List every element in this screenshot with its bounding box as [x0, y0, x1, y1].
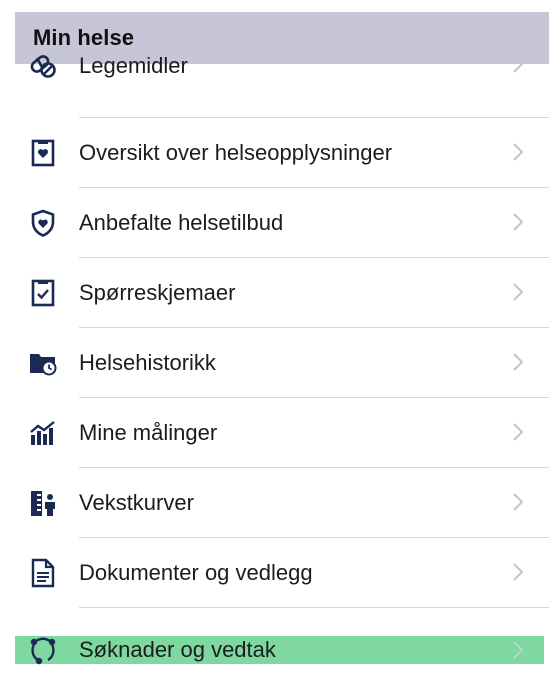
menu-item-label: Helsehistorikk: [79, 350, 216, 375]
chart-bars-icon: [28, 418, 58, 448]
menu-item-label: Mine målinger: [79, 420, 218, 445]
chevron-right-icon: [513, 423, 524, 441]
min-helse-screen: Min helse Legemidler Oversikt over helse…: [0, 0, 549, 677]
growth-chart-icon: [28, 488, 58, 518]
clipboard-check-icon: [28, 278, 58, 308]
menu-item-dokumenter-vedlegg[interactable]: Dokumenter og vedlegg: [0, 538, 549, 608]
pill-icon: [28, 50, 58, 80]
shield-heart-icon: [28, 208, 58, 238]
chevron-right-icon: [513, 353, 524, 371]
menu-item-legemidler[interactable]: Legemidler: [0, 48, 549, 118]
chevron-right-icon: [513, 641, 524, 659]
document-icon: [28, 558, 58, 588]
chevron-right-icon: [513, 55, 524, 73]
chevron-right-icon: [513, 213, 524, 231]
menu-item-anbefalte-helsetilbud[interactable]: Anbefalte helsetilbud: [0, 188, 549, 258]
menu-item-label: Vekstkurver: [79, 490, 194, 515]
row-divider: [79, 607, 549, 608]
menu-item-oversikt-helseopplysninger[interactable]: Oversikt over helseopplysninger: [0, 118, 549, 188]
menu-item-helsehistorikk[interactable]: Helsehistorikk: [0, 328, 549, 398]
chevron-right-icon: [513, 283, 524, 301]
chevron-right-icon: [513, 563, 524, 581]
menu-item-vekstkurver[interactable]: Vekstkurver: [0, 468, 549, 538]
connected-nodes-icon: [28, 635, 58, 665]
menu-item-label: Dokumenter og vedlegg: [79, 560, 313, 585]
clipboard-heart-icon: [28, 138, 58, 168]
folder-clock-icon: [28, 348, 58, 378]
menu-item-mine-malinger[interactable]: Mine målinger: [0, 398, 549, 468]
menu-item-sporreskjemaer[interactable]: Spørreskjemaer: [0, 258, 549, 328]
menu-item-soknader-vedtak[interactable]: Søknader og vedtak: [0, 622, 549, 677]
menu-item-label: Spørreskjemaer: [79, 280, 236, 305]
menu-item-label: Anbefalte helsetilbud: [79, 210, 284, 235]
menu-item-label: Legemidler: [79, 53, 188, 78]
chevron-right-icon: [513, 143, 524, 161]
menu-item-label: Oversikt over helseopplysninger: [79, 140, 393, 165]
chevron-right-icon: [513, 493, 524, 511]
menu-item-label: Søknader og vedtak: [79, 637, 276, 662]
